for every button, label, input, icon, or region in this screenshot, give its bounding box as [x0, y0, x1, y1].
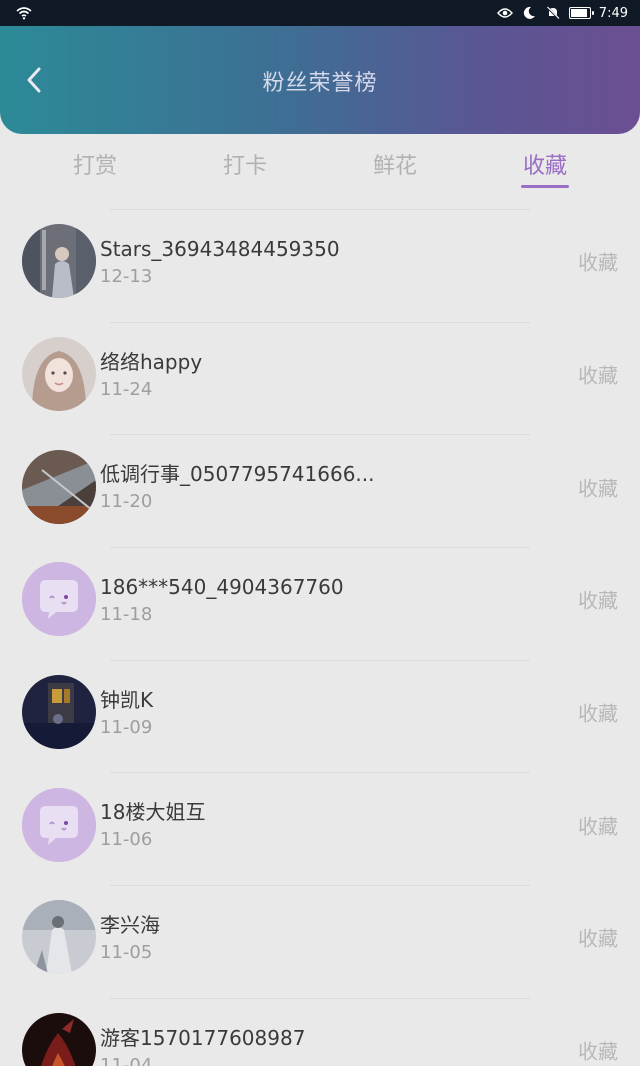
wifi-icon [16, 5, 32, 21]
page-header: 粉丝荣誉榜 [0, 26, 640, 134]
date: 11-09 [100, 716, 153, 738]
fan-list: Stars_36943484459350 12-13 收藏 络络happy 11… [0, 205, 640, 1066]
user-name: 18楼大姐互 [100, 800, 206, 825]
user-name: 游客1570177608987 [100, 1025, 306, 1050]
list-item[interactable]: 18楼大姐互 11-06 收藏 [0, 768, 640, 881]
favorite-label: 收藏 [578, 588, 618, 613]
tab-reward[interactable]: 打赏 [35, 140, 155, 192]
battery-icon [568, 7, 594, 19]
favorite-label: 收藏 [578, 1039, 618, 1064]
status-bar: 7:49 [0, 0, 640, 26]
avatar [22, 337, 96, 412]
user-name: 低调行事_0507795741666... [100, 462, 375, 487]
eye-icon [496, 5, 513, 21]
tab-bar: 打赏 打卡 鲜花 收藏 [0, 140, 640, 192]
back-button[interactable] [18, 64, 50, 96]
date: 12-13 [100, 265, 153, 287]
status-time: 7:49 [598, 5, 628, 21]
avatar [22, 1013, 96, 1066]
list-item[interactable]: 络络happy 11-24 收藏 [0, 318, 640, 431]
favorite-label: 收藏 [578, 363, 618, 388]
favorite-label: 收藏 [578, 476, 618, 501]
favorite-label: 收藏 [578, 926, 618, 951]
list-item[interactable]: 186***540_4904367760 11-18 收藏 [0, 543, 640, 656]
date: 11-18 [100, 603, 153, 625]
user-name: 钟凯K [100, 687, 154, 712]
favorite-label: 收藏 [578, 814, 618, 839]
date: 11-24 [100, 378, 153, 400]
avatar [22, 224, 96, 299]
date: 11-04 [100, 1054, 153, 1066]
user-name: 李兴海 [100, 912, 160, 937]
user-name: 络络happy [100, 349, 203, 374]
date: 11-20 [100, 491, 153, 513]
user-name: 186***540_4904367760 [100, 574, 344, 599]
tab-checkin[interactable]: 打卡 [185, 140, 305, 192]
avatar [22, 675, 96, 750]
avatar [22, 900, 96, 975]
tab-favorites[interactable]: 收藏 [485, 140, 605, 192]
default-chat-avatar-icon [22, 787, 96, 862]
mute-bell-icon [545, 5, 561, 21]
date: 11-06 [100, 829, 153, 851]
tab-flowers[interactable]: 鲜花 [335, 140, 455, 192]
list-item[interactable]: 低调行事_0507795741666... 11-20 收藏 [0, 430, 640, 543]
favorite-label: 收藏 [578, 701, 618, 726]
favorite-label: 收藏 [578, 250, 618, 275]
avatar [22, 449, 96, 524]
date: 11-05 [100, 941, 153, 963]
default-chat-avatar-icon [22, 562, 96, 637]
chevron-left-icon [27, 67, 41, 93]
page-title: 粉丝荣誉榜 [262, 71, 378, 96]
list-item[interactable]: 钟凯K 11-09 收藏 [0, 656, 640, 769]
moon-icon [521, 5, 537, 21]
list-item[interactable]: Stars_36943484459350 12-13 收藏 [0, 205, 640, 318]
list-item[interactable]: 游客1570177608987 11-04 收藏 [0, 994, 640, 1066]
user-name: Stars_36943484459350 [100, 236, 340, 261]
list-item[interactable]: 李兴海 11-05 收藏 [0, 881, 640, 994]
